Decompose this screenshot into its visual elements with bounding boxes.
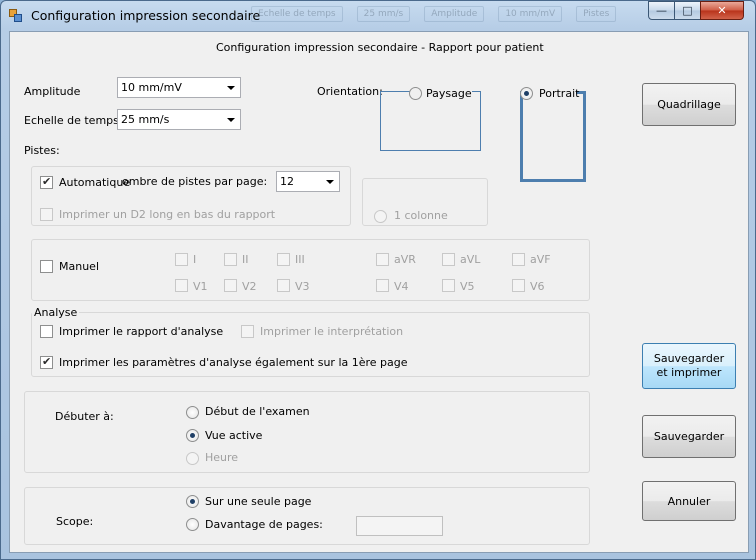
portrait-radio[interactable] [520,87,533,100]
time-scale-label: Echelle de temps [24,114,119,127]
print-params-checkbox[interactable] [40,355,53,369]
track-count-value: 12 [280,175,294,188]
time-label: Heure [205,451,239,464]
title-bar[interactable]: Configuration impression secondaire Eche… [1,1,755,31]
track-count-select[interactable]: 12 [276,171,340,192]
amplitude-value: 10 mm/mV [121,81,182,94]
lead-checkbox-ii[interactable] [224,253,237,266]
window-title: Configuration impression secondaire [31,8,261,23]
more-pages-label: Davantage de pages: [205,518,323,531]
start-at-label: Débuter à: [55,410,114,423]
more-pages-radio[interactable] [186,518,199,531]
page-title: Configuration impression secondaire - Ra… [216,41,544,54]
one-column-radio[interactable] [374,210,387,223]
time-radio[interactable] [186,452,199,465]
long-d2-checkbox[interactable] [40,208,53,221]
lead-checkbox-v5[interactable] [442,279,455,292]
lead-checkbox-v1[interactable] [175,279,188,292]
lead-label-avl: aVL [460,253,481,266]
time-scale-select[interactable]: 25 mm/s [117,109,241,130]
cancel-button[interactable]: Annuler [642,481,736,521]
grid-button[interactable]: Quadrillage [642,83,736,126]
lead-label-avr: aVR [394,253,416,266]
lead-checkbox-avl[interactable] [442,253,455,266]
tracks-label: Pistes: [24,144,60,157]
app-icon [9,9,23,22]
landscape-radio[interactable] [409,87,422,100]
print-params-label: Imprimer les paramètres d'analyse égalem… [59,356,408,369]
dialog-window: Configuration impression secondaire Eche… [0,0,756,560]
lead-checkbox-i[interactable] [175,253,188,266]
lead-label-v6: V6 [530,280,545,293]
print-report-checkbox[interactable] [40,325,53,338]
lead-label-v1: V1 [193,280,208,293]
automatic-checkbox[interactable] [40,175,53,189]
lead-label-iii: III [295,253,305,266]
landscape-preview-top-left [380,91,410,92]
background-tab: 25 mm/s [356,6,411,22]
active-view-label: Vue active [205,429,263,442]
one-column-label: 1 colonne [394,209,448,222]
single-page-label: Sur une seule page [205,495,312,508]
manual-group [31,239,590,301]
chevron-down-icon [326,180,334,184]
lead-checkbox-v4[interactable] [376,279,389,292]
amplitude-label: Amplitude [24,85,81,98]
background-tab: Pistes [576,6,617,22]
track-count-label: ombre de pistes par page: [122,175,268,188]
background-tab: Echelle de temps [251,6,343,22]
lead-checkbox-avf[interactable] [512,253,525,266]
background-window-tabs: Echelle de temps 25 mm/s Amplitude 10 mm/mV… [251,6,641,24]
portrait-preview [520,91,586,182]
landscape-label: Paysage [426,87,472,100]
lead-checkbox-iii[interactable] [277,253,290,266]
lead-checkbox-avr[interactable] [376,253,389,266]
maximize-button[interactable]: □ [674,1,701,20]
page-count-field[interactable] [356,516,443,536]
active-view-radio[interactable] [186,429,199,442]
print-interpretation-label: Imprimer le interprétation [260,325,404,338]
single-page-radio[interactable] [186,495,199,508]
time-scale-value: 25 mm/s [121,113,170,126]
lead-label-i: I [193,253,197,266]
background-tab: Amplitude [424,6,485,22]
lead-checkbox-v2[interactable] [224,279,237,292]
chevron-down-icon [227,118,235,122]
background-tab: 10 mm/mV [498,6,563,22]
amplitude-select[interactable]: 10 mm/mV [117,77,241,98]
dialog-client-area: Configuration impression secondaire - Ra… [9,31,749,553]
lead-label-v4: V4 [394,280,409,293]
lead-label-v2: V2 [242,280,257,293]
close-button[interactable]: ✕ [700,1,744,20]
analysis-legend: Analyse [32,306,80,319]
chevron-down-icon [227,86,235,90]
portrait-label: Portrait [539,87,580,100]
lead-label-v3: V3 [295,280,310,293]
long-d2-label: Imprimer un D2 long en bas du rapport [59,208,276,221]
lead-label-avf: aVF [530,253,551,266]
scope-label: Scope: [56,515,94,528]
landscape-preview [380,91,481,151]
minimize-button[interactable]: — [648,1,675,20]
start-exam-radio[interactable] [186,406,199,419]
start-at-group [24,391,590,473]
manual-label: Manuel [59,260,99,273]
save-button[interactable]: Sauvegarder [642,415,736,458]
print-interpretation-checkbox[interactable] [241,325,254,338]
orientation-label: Orientation: [317,85,383,98]
automatic-label: Automatique [59,176,131,189]
lead-checkbox-v6[interactable] [512,279,525,292]
print-report-label: Imprimer le rapport d'analyse [59,325,224,338]
manual-checkbox[interactable] [40,260,53,273]
save-and-print-button[interactable]: Sauvegarder et imprimer [642,343,736,389]
landscape-preview-top-right [472,91,481,92]
lead-checkbox-v3[interactable] [277,279,290,292]
lead-label-ii: II [242,253,249,266]
lead-label-v5: V5 [460,280,475,293]
start-exam-label: Début de l'examen [205,405,310,418]
